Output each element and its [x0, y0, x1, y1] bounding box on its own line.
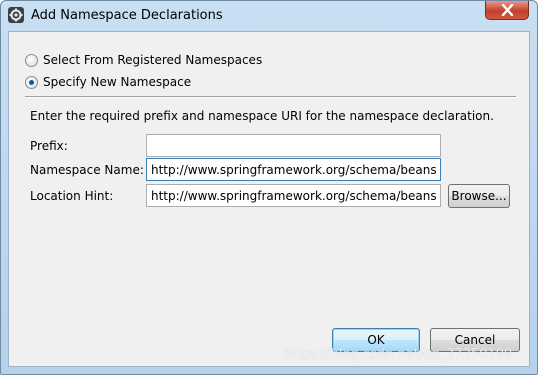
dialog-body: Select From Registered Namespaces Specif… — [8, 31, 530, 367]
radio-button-unchecked[interactable] — [25, 53, 38, 67]
separator — [25, 96, 516, 98]
prefix-label: Prefix: — [30, 139, 68, 153]
dialog-window: Add Namespace Declarations Select From R… — [0, 0, 538, 375]
instructions-text: Enter the required prefix and namespace … — [30, 109, 494, 123]
title-bar[interactable]: Add Namespace Declarations — [1, 1, 537, 31]
namespace-name-label: Namespace Name: — [30, 163, 144, 177]
radio-label-registered: Select From Registered Namespaces — [43, 53, 263, 67]
window-title: Add Namespace Declarations — [31, 8, 223, 23]
radio-label-new: Specify New Namespace — [43, 75, 192, 89]
radio-new-namespace[interactable]: Specify New Namespace — [25, 73, 191, 91]
location-hint-input[interactable] — [146, 184, 441, 207]
namespace-name-input[interactable] — [146, 158, 441, 181]
radio-button-checked[interactable] — [25, 75, 38, 89]
browse-button[interactable]: Browse... — [448, 184, 510, 208]
prefix-input[interactable] — [146, 134, 441, 157]
watermark-text: https://blog.csdn.net/qq_37250199 — [284, 347, 513, 362]
close-button[interactable] — [485, 1, 529, 20]
close-x-icon — [501, 4, 514, 16]
radio-registered-namespaces[interactable]: Select From Registered Namespaces — [25, 51, 262, 69]
location-hint-label: Location Hint: — [30, 189, 114, 203]
eclipse-gear-icon — [8, 7, 24, 23]
